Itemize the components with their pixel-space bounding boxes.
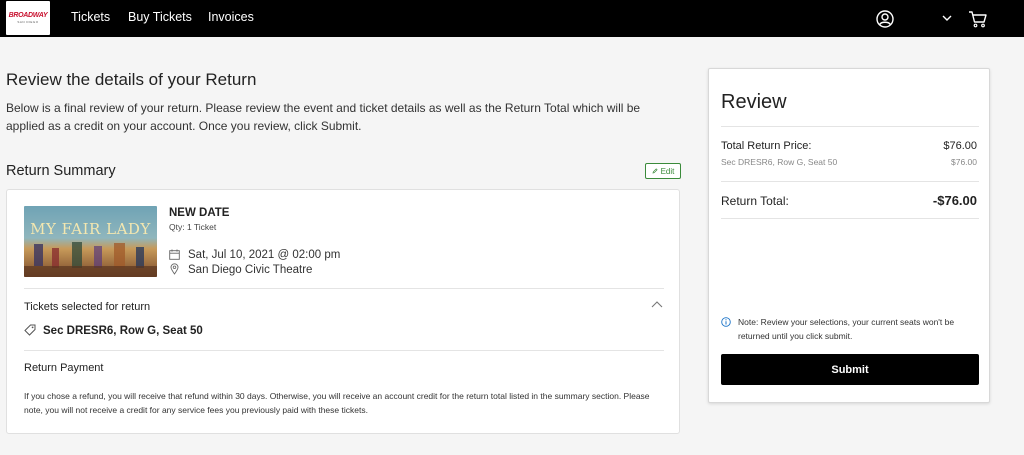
seat-line: Sec DRESR6, Row G, Seat 50	[721, 157, 838, 167]
divider	[24, 350, 664, 351]
seat-price: $76.00	[951, 157, 977, 167]
divider	[721, 218, 979, 219]
chevron-up-icon[interactable]	[651, 300, 663, 308]
return-total-value: -$76.00	[932, 193, 977, 208]
nav-invoices[interactable]: Invoices	[208, 10, 254, 24]
logo-text: BROADWAY	[8, 12, 48, 19]
broadway-logo[interactable]: BROADWAY SAN DIEGO	[6, 1, 50, 35]
intro-text: Below is a final review of your return. …	[6, 101, 641, 133]
info-icon	[721, 317, 731, 327]
tickets-selected-heading: Tickets selected for return	[24, 301, 151, 313]
nav-tickets[interactable]: Tickets	[71, 10, 110, 24]
review-panel: Review Total Return Price: $76.00 Sec DR…	[708, 68, 990, 403]
review-note: Note: Review your selections, your curre…	[738, 317, 955, 341]
total-return-price-label: Total Return Price:	[721, 140, 812, 152]
calendar-icon	[169, 249, 180, 260]
edit-label: Edit	[660, 166, 675, 176]
logo-subtext: SAN DIEGO	[17, 20, 39, 24]
nav-buy-tickets[interactable]: Buy Tickets	[128, 10, 192, 24]
cart-icon[interactable]	[968, 10, 987, 28]
user-icon[interactable]	[876, 10, 894, 28]
top-nav-bar: BROADWAY SAN DIEGO Tickets Buy Tickets I…	[0, 0, 1024, 37]
selected-seat: Sec DRESR6, Row G, Seat 50	[43, 325, 203, 337]
return-total-label: Return Total:	[721, 194, 789, 208]
review-title: Review	[721, 91, 787, 113]
location-pin-icon	[170, 263, 179, 275]
event-datetime: Sat, Jul 10, 2021 @ 02:00 pm	[188, 249, 341, 261]
return-summary-title: Return Summary	[6, 163, 116, 179]
ticket-quantity: Qty: 1 Ticket	[169, 222, 217, 232]
event-poster-image	[24, 206, 157, 277]
return-payment-heading: Return Payment	[24, 362, 104, 374]
poster-title: MY FAIR LADY	[30, 220, 151, 238]
total-return-price-value: $76.00	[943, 140, 977, 152]
ticket-tag-icon	[24, 324, 36, 336]
divider	[721, 126, 979, 127]
divider	[24, 288, 664, 289]
divider	[721, 181, 979, 182]
edit-button[interactable]: Edit	[645, 163, 681, 179]
submit-button[interactable]: Submit	[721, 354, 979, 385]
page-title: Review the details of your Return	[6, 70, 257, 89]
event-status: NEW DATE	[169, 207, 230, 219]
return-payment-text: If you chose a refund, you will receive …	[24, 391, 650, 415]
return-summary-card: MY FAIR LADY NEW DATE Qty: 1 Ticket Sat,…	[6, 189, 680, 434]
event-venue: San Diego Civic Theatre	[188, 264, 313, 276]
pencil-icon	[652, 168, 658, 174]
chevron-down-icon[interactable]	[942, 15, 952, 22]
